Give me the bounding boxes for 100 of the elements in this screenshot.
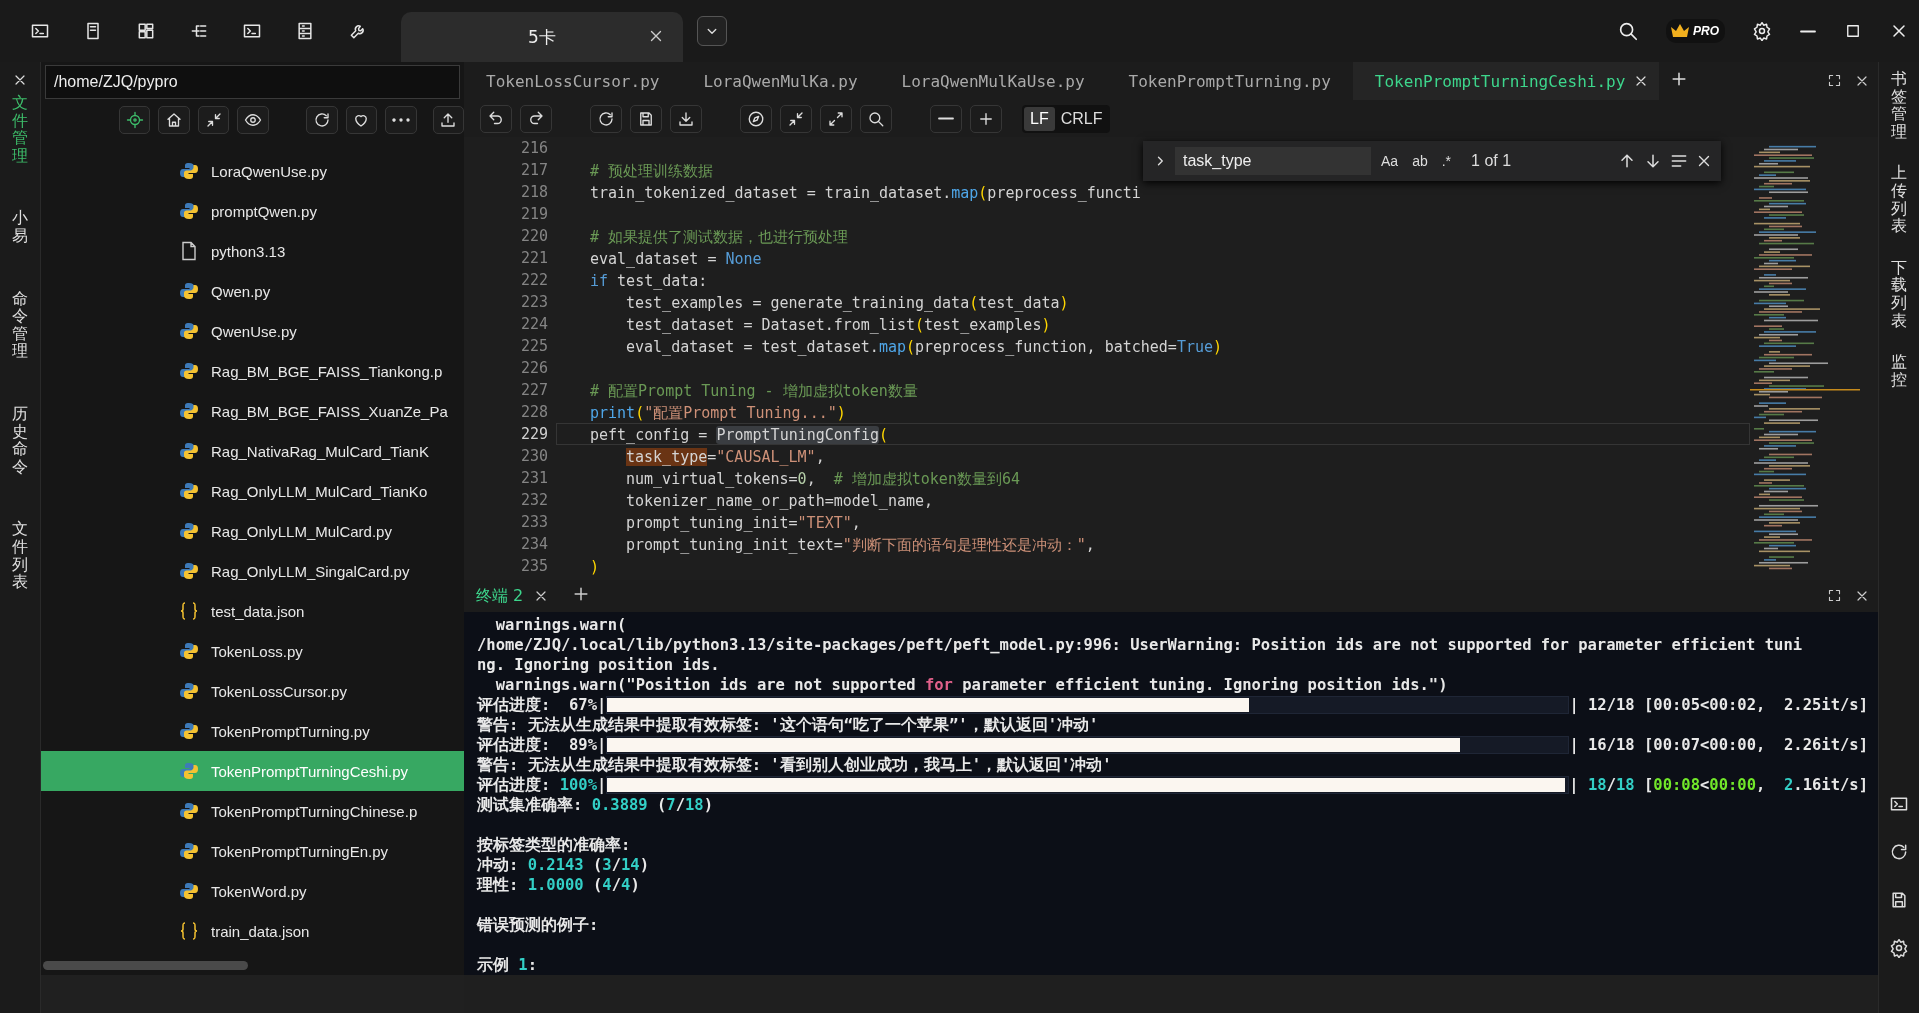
side-tab[interactable]: 上传列表 <box>1891 164 1907 235</box>
terminal-line: warnings.warn( <box>494 615 628 635</box>
terminal-line: /home/ZJQ/.local/lib/python3.13/site-packages/peft/peft_model.py:996: UserWarning: Position ids are not supported for parameter efficient tuni <box>477 635 1804 655</box>
zoom-out-button[interactable] <box>930 104 962 133</box>
save-button[interactable] <box>630 104 662 133</box>
side-tab[interactable]: 文件管理 <box>12 94 28 165</box>
search-button[interactable] <box>860 104 892 133</box>
pro-badge[interactable]: PRO <box>1666 19 1725 43</box>
file-row[interactable]: QwenUse.py <box>41 311 464 351</box>
reload-button[interactable] <box>590 104 622 133</box>
file-name: Rag_OnlyLLM_MulCard_TianKo <box>211 482 428 500</box>
editor-tab[interactable]: TokenLossCursor.py <box>464 62 682 100</box>
file-row[interactable]: TokenPromptTurning.py <box>41 711 464 751</box>
favorite-button[interactable] <box>345 106 378 134</box>
terminal-text: | 18/18 [00:08<00:00, 2.16it/s] <box>1569 775 1868 795</box>
settings-icon[interactable] <box>1889 938 1909 958</box>
file-name: TokenLossCursor.py <box>211 682 347 700</box>
maximize-icon[interactable] <box>1827 588 1842 603</box>
file-name: LoraQwenUse.py <box>211 162 327 180</box>
python-icon <box>179 721 199 741</box>
find-option[interactable]: ab <box>1408 151 1432 171</box>
side-tab[interactable]: 历史命令 <box>12 404 28 476</box>
refresh-button[interactable] <box>306 106 338 134</box>
collapse-button[interactable] <box>780 104 812 133</box>
file-row[interactable]: Qwen.py <box>41 271 464 311</box>
refresh-icon[interactable] <box>1889 842 1909 862</box>
find-option[interactable]: Aa <box>1377 151 1403 171</box>
eye-button[interactable] <box>237 106 269 134</box>
file-row[interactable]: python3.13 <box>41 231 464 271</box>
file-row[interactable]: Rag_OnlyLLM_MulCard_TianKo <box>41 471 464 511</box>
python-icon <box>179 361 199 381</box>
file-name: Rag_OnlyLLM_MulCard.py <box>211 522 392 540</box>
expand-icon <box>827 109 845 128</box>
file-row[interactable]: promptQwen.py <box>41 191 464 231</box>
download-button[interactable] <box>670 104 702 133</box>
scrollbar[interactable] <box>43 960 248 970</box>
compass-button[interactable] <box>740 104 772 133</box>
file-row[interactable]: Rag_BM_BGE_FAISS_XuanZe_Pa <box>41 391 464 431</box>
braces-icon <box>179 601 199 621</box>
find-option[interactable]: .* <box>1437 151 1456 171</box>
side-tab[interactable]: 文件列表 <box>12 520 28 591</box>
editor-tab[interactable]: TokenPromptTurning.py <box>1106 62 1353 100</box>
file-row[interactable]: TokenLossCursor.py <box>41 671 464 711</box>
file-row[interactable]: train_data.json <box>41 911 464 951</box>
file-row[interactable]: Rag_OnlyLLM_MulCard.py <box>41 511 464 551</box>
search-icon[interactable] <box>1617 20 1639 42</box>
file-row[interactable]: TokenPromptTurningChinese.p <box>41 791 464 831</box>
home-icon <box>165 111 184 129</box>
code-line: # 如果提供了测试数据，也进行预处理 <box>589 227 850 247</box>
home-button[interactable] <box>158 106 190 134</box>
side-tab[interactable]: 书签管理 <box>1891 70 1907 141</box>
file-row[interactable]: Rag_BM_BGE_FAISS_Tiankong.p <box>41 351 464 391</box>
file-row[interactable]: TokenLoss.py <box>41 631 464 671</box>
expand-button[interactable] <box>820 104 852 133</box>
python-icon <box>179 441 199 461</box>
settings-icon[interactable] <box>1752 21 1772 41</box>
code-line: num_virtual_tokens=0, # 增加虚拟token数量到64 <box>625 469 1021 489</box>
undo-button[interactable] <box>480 104 512 133</box>
terminal-icon[interactable] <box>242 21 262 41</box>
line-ending-option[interactable]: LF <box>1024 106 1055 131</box>
terminal-line: 警告: 无法从生成结果中提取有效标签: '看到别人创业成功，我马上'，默认返回'冲动' <box>477 755 1113 775</box>
python-icon <box>179 481 199 501</box>
list-icon[interactable] <box>295 21 315 41</box>
file-row[interactable]: LoraQwenUse.py <box>41 151 464 191</box>
locate-button[interactable] <box>119 106 151 134</box>
line-number: 220 <box>519 226 549 247</box>
terminal-icon[interactable] <box>30 21 50 41</box>
minimize-icon[interactable] <box>1799 29 1817 33</box>
side-tab[interactable]: 小易 <box>12 209 28 245</box>
editor-tab[interactable]: LoraQwenMulKaUse.py <box>879 62 1107 100</box>
side-tab[interactable]: 命令管理 <box>12 289 28 360</box>
side-tab[interactable]: 监控 <box>1891 353 1907 389</box>
line-ending-option[interactable]: CRLF <box>1054 106 1109 131</box>
editor-tab[interactable]: LoraQwenMulKa.py <box>681 62 880 100</box>
file-row[interactable]: Rag_NativaRag_MulCard_TianK <box>41 431 464 471</box>
path-field[interactable]: /home/ZJQ/pypro <box>45 65 460 99</box>
file-row[interactable]: TokenWord.py <box>41 871 464 911</box>
redo-button[interactable] <box>520 104 552 133</box>
save-icon[interactable] <box>1889 890 1909 910</box>
python-icon <box>179 161 199 181</box>
side-tab[interactable]: 下载列表 <box>1891 258 1907 330</box>
file-row[interactable]: test_data.json <box>41 591 464 631</box>
find-field[interactable]: task_type <box>1175 147 1371 175</box>
grid-icon[interactable] <box>136 21 156 41</box>
maximize-icon[interactable] <box>1844 22 1862 40</box>
line-number: 216 <box>519 138 549 159</box>
file-row[interactable]: Rag_OnlyLLM_SingalCard.py <box>41 551 464 591</box>
file-name: Rag_NativaRag_MulCard_TianK <box>211 442 429 460</box>
editor-tab[interactable]: TokenPromptTurningCeshi.py <box>1352 62 1660 100</box>
maximize-icon[interactable] <box>1827 73 1842 88</box>
terminal-tab[interactable]: 终端 2 <box>474 585 526 607</box>
file-row[interactable]: TokenPromptTurningEn.py <box>41 831 464 871</box>
terminal-icon[interactable] <box>1889 794 1909 814</box>
upload-button[interactable] <box>432 106 464 134</box>
terminal-text: | 12/18 [00:05<00:02, 2.25it/s] <box>1569 695 1868 715</box>
more-button[interactable] <box>385 106 417 134</box>
zoom-in-button[interactable] <box>970 104 1002 133</box>
refresh-icon <box>597 109 615 128</box>
collapse-button[interactable] <box>197 106 230 134</box>
window-tab[interactable]: 5卡 <box>401 12 683 62</box>
